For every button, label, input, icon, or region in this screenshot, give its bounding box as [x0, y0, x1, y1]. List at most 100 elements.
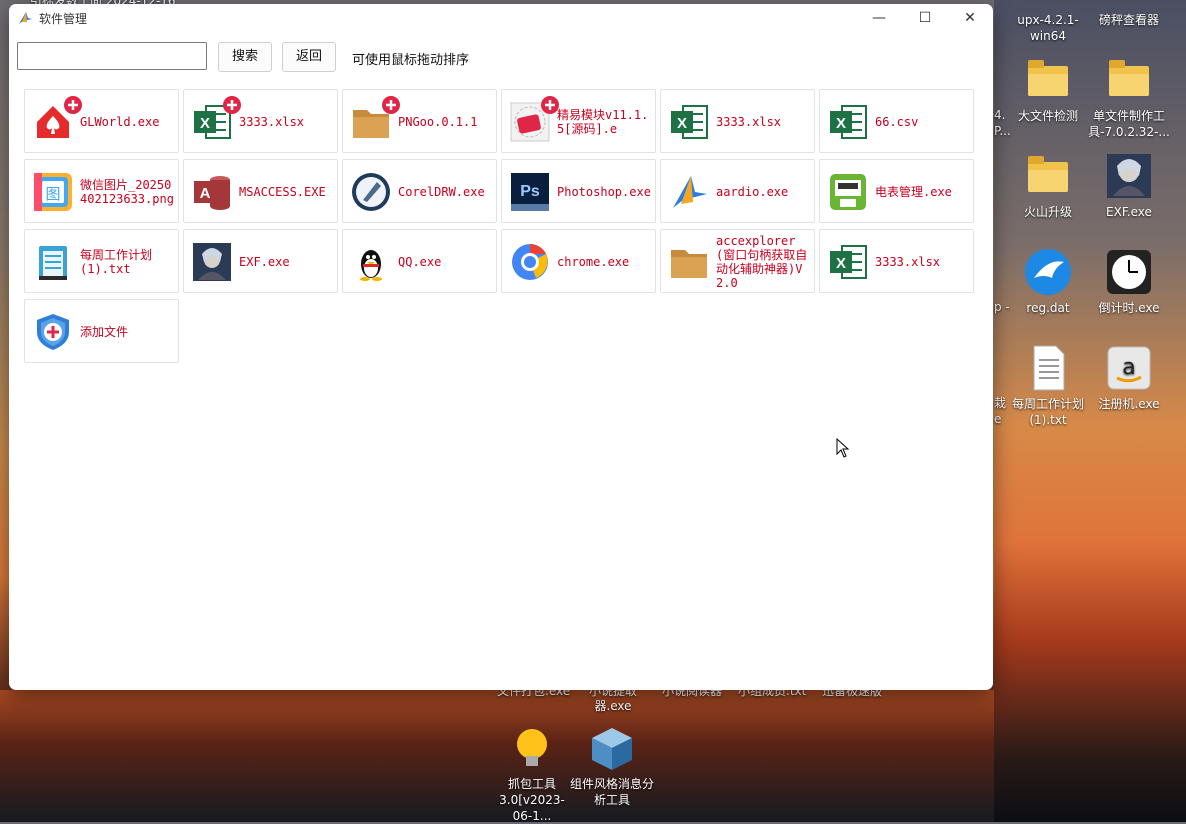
swift-icon: [1024, 248, 1072, 296]
tile-pngoo[interactable]: PNGoo.0.1.1: [342, 89, 497, 153]
svg-text:A: A: [200, 185, 211, 202]
close-button[interactable]: ✕: [947, 4, 993, 32]
svg-text:图: 图: [45, 185, 60, 203]
desktop-icon-style-analyzer[interactable]: 组件风格消息分析工具: [570, 724, 654, 808]
tile-66-csv[interactable]: X 66.csv: [819, 89, 974, 153]
desktop-icon-upx[interactable]: upx-4.2.1-win64: [1006, 12, 1090, 44]
desktop-partial-label: 4.: [994, 108, 1006, 122]
desktop-icon-label: 抓包工具3.0[v2023-06-1...: [499, 777, 565, 823]
tile-qq[interactable]: QQ.exe: [342, 229, 497, 293]
desktop-partial-label: e: [994, 412, 1002, 426]
avatar-icon: [192, 242, 232, 282]
desktop-icon-label: upx-4.2.1-win64: [1017, 13, 1079, 43]
tile-accexplorer[interactable]: accexplorer(窗口句柄获取自动化辅助神器)V2.0: [660, 229, 815, 293]
tile-label: MSACCESS.EXE: [239, 185, 326, 199]
access-icon: A: [192, 172, 232, 212]
maximize-button[interactable]: ☐: [902, 4, 948, 32]
tile-3333-xlsx-2[interactable]: X 3333.xlsx: [660, 89, 815, 153]
tile-label: accexplorer(窗口句柄获取自动化辅助神器)V2.0: [716, 234, 808, 290]
desktop-icon-scale-viewer[interactable]: 磅秤查看器: [1087, 12, 1171, 28]
tile-wechat-image[interactable]: 图 微信图片_20250402123633.png: [24, 159, 179, 223]
notepad-icon: [33, 242, 73, 282]
desktop-icon-label: 注册机.exe: [1098, 397, 1160, 411]
desktop-icon-label: 每周工作计划(1).txt: [1011, 397, 1084, 427]
tile-label: QQ.exe: [398, 255, 442, 269]
drag-sort-hint: 可使用鼠标拖动排序: [352, 53, 470, 68]
desktop-partial-label: P...: [994, 124, 1011, 138]
desktop-icon-exf[interactable]: EXF.exe: [1087, 152, 1171, 220]
tile-label: 每周工作计划(1).txt: [80, 248, 153, 276]
search-input[interactable]: [17, 42, 207, 70]
tile-label: EXF.exe: [239, 255, 290, 269]
tile-3333-xlsx[interactable]: X 3333.xlsx: [183, 89, 338, 153]
tile-glworld[interactable]: GLWorld.exe: [24, 89, 179, 153]
tile-label: 3333.xlsx: [239, 115, 305, 129]
desktop-partial-label: 栽: [994, 396, 1007, 410]
svg-text:a: a: [1122, 355, 1135, 380]
software-manager-window: 软件管理 — ☐ ✕ 搜索 返回 可使用鼠标拖动排序 GLWorld.exe X…: [9, 4, 993, 690]
tile-msaccess[interactable]: A MSACCESS.EXE: [183, 159, 338, 223]
clock-icon: [1105, 248, 1153, 296]
aardio-icon: [669, 172, 709, 212]
aardio-app-icon: [17, 10, 33, 26]
tile-photoshop[interactable]: Ps Photoshop.exe: [501, 159, 656, 223]
tile-3333-xlsx-3[interactable]: X 3333.xlsx: [819, 229, 974, 293]
desktop-icon-label: reg.dat: [1026, 301, 1070, 315]
window-title: 软件管理: [39, 12, 88, 26]
cube-icon: [588, 724, 636, 772]
desktop-icon-reg-dat[interactable]: reg.dat: [1006, 248, 1090, 316]
desktop-icon-capture-tool[interactable]: 抓包工具3.0[v2023-06-1...: [490, 724, 574, 824]
add-shield-icon: [33, 312, 73, 352]
folder-icon: [669, 242, 709, 282]
image-icon: 图: [33, 172, 73, 212]
excel-icon: X: [669, 102, 709, 142]
tile-label: 3333.xlsx: [875, 255, 941, 269]
svg-text:Ps: Ps: [520, 183, 540, 200]
tile-label: 微信图片_20250402123633.png: [80, 178, 174, 206]
desktop-icon-label: 组件风格消息分析工具: [570, 777, 655, 807]
desktop-icon-label: EXF.exe: [1106, 205, 1152, 219]
folder-icon: [1105, 56, 1153, 104]
desktop-icon-countdown[interactable]: 倒计时.exe: [1087, 248, 1171, 316]
qq-penguin-icon: [351, 242, 391, 282]
desktop-icon-label: 磅秤查看器: [1098, 13, 1159, 27]
tile-label: 精易模块v11.1.5[源码].e: [557, 108, 649, 136]
svg-text:X: X: [200, 115, 210, 132]
desktop-icon-label: 火山升级: [1023, 205, 1072, 219]
tile-label: 66.csv: [875, 115, 919, 129]
title-bar[interactable]: 软件管理 — ☐ ✕: [9, 4, 993, 32]
tile-meter-manager[interactable]: 电表管理.exe: [819, 159, 974, 223]
folder-icon: [1024, 56, 1072, 104]
tile-label: PNGoo.0.1.1: [398, 115, 478, 129]
tile-label: Photoshop.exe: [557, 185, 651, 199]
minimize-button[interactable]: —: [856, 4, 902, 32]
mouse-pointer-icon: [836, 437, 850, 458]
tile-weekly-plan[interactable]: 每周工作计划(1).txt: [24, 229, 179, 293]
tile-label: aardio.exe: [716, 185, 789, 199]
desktop-icon-big-file-check[interactable]: 大文件检测: [1006, 56, 1090, 124]
desktop-icon-keygen[interactable]: a 注册机.exe: [1087, 344, 1171, 412]
tile-exf[interactable]: EXF.exe: [183, 229, 338, 293]
photoshop-icon: Ps: [510, 172, 550, 212]
svg-text:X: X: [677, 115, 687, 132]
excel-icon: X: [828, 102, 868, 142]
amazon-icon: a: [1105, 344, 1153, 392]
bulb-icon: [508, 724, 556, 772]
tile-yi-module[interactable]: 精易模块v11.1.5[源码].e: [501, 89, 656, 153]
search-button[interactable]: 搜索: [218, 42, 272, 72]
tile-chrome[interactable]: chrome.exe: [501, 229, 656, 293]
desktop-icon-single-file-tool[interactable]: 单文件制作工具-7.0.2.32-...: [1087, 56, 1171, 140]
back-button[interactable]: 返回: [282, 42, 336, 72]
folder-icon: [1024, 152, 1072, 200]
coreldraw-icon: [351, 172, 391, 212]
avatar-icon: [1105, 152, 1153, 200]
tile-aardio[interactable]: aardio.exe: [660, 159, 815, 223]
svg-text:X: X: [836, 115, 846, 132]
tile-label: GLWorld.exe: [80, 115, 160, 129]
tile-label: chrome.exe: [557, 255, 630, 269]
tile-label: 添加文件: [80, 325, 129, 339]
desktop-icon-weekly-plan[interactable]: 每周工作计划(1).txt: [1006, 344, 1090, 428]
tile-coreldraw[interactable]: CorelDRW.exe: [342, 159, 497, 223]
tile-add-file[interactable]: 添加文件: [24, 299, 179, 363]
desktop-icon-huoshan-upgrade[interactable]: 火山升级: [1006, 152, 1090, 220]
